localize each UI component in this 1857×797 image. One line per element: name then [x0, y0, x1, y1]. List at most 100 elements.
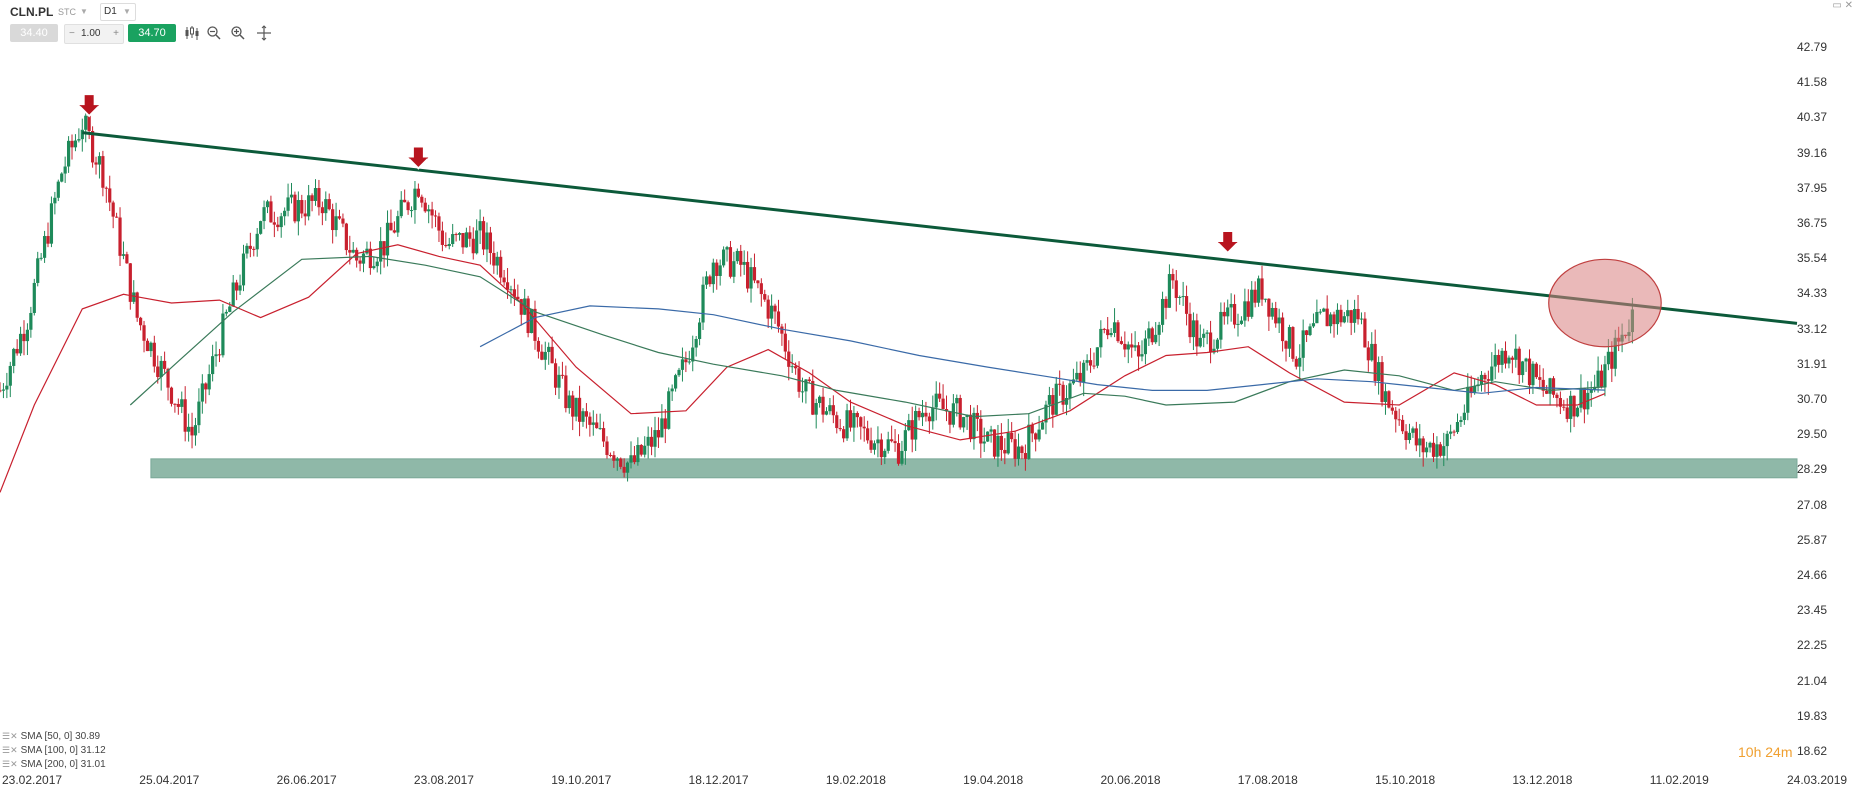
candle-body	[341, 218, 345, 224]
candle-body	[567, 395, 571, 409]
candle-body	[982, 441, 986, 444]
candle-body	[337, 216, 342, 219]
candle-body	[728, 247, 733, 277]
candle-body	[848, 410, 853, 428]
candle-body	[392, 230, 396, 233]
candle-body	[409, 210, 414, 212]
candle-body	[163, 360, 167, 369]
candle-body	[917, 410, 921, 418]
candle-body	[1562, 406, 1566, 408]
candle-body	[938, 393, 942, 399]
candle-body	[1342, 316, 1346, 323]
candle-body	[1500, 350, 1504, 365]
candle-body	[701, 284, 705, 323]
candle-body	[866, 428, 870, 441]
candle-body	[351, 249, 355, 253]
x-tick-label: 13.12.2018	[1512, 773, 1573, 787]
candle-body	[437, 216, 441, 231]
candle-body	[121, 254, 126, 256]
candle-body	[1280, 317, 1285, 342]
candle-body	[1349, 310, 1353, 323]
candle-body	[989, 429, 993, 432]
candle-body	[1, 389, 6, 391]
candle-body	[1298, 357, 1302, 367]
candle-body	[1267, 298, 1271, 317]
candle-body	[77, 139, 81, 141]
candle-body	[1503, 350, 1508, 364]
candle-body	[835, 415, 839, 429]
x-tick-label: 24.03.2019	[1787, 773, 1848, 787]
candle-body	[200, 383, 204, 402]
candle-body	[1380, 362, 1384, 402]
legend-settings-icon[interactable]: ☰✕	[2, 731, 18, 741]
candle-body	[540, 351, 544, 360]
candle-body	[1243, 301, 1247, 321]
candle-body	[1383, 391, 1388, 402]
candle-body	[235, 282, 239, 291]
candle-body	[1195, 320, 1199, 347]
legend-sma-50[interactable]: ☰✕ SMA [50, 0] 30.89	[2, 731, 100, 742]
candle-body	[80, 129, 84, 140]
candle-body	[1202, 333, 1206, 338]
y-tick-label: 27.08	[1797, 497, 1828, 512]
candle-body	[914, 410, 918, 440]
candle-body	[1016, 446, 1021, 459]
x-tick-label: 20.06.2018	[1100, 773, 1161, 787]
candle-body	[1418, 438, 1422, 446]
legend-settings-icon[interactable]: ☰✕	[2, 759, 18, 769]
candle-body	[862, 426, 866, 429]
price-chart[interactable]	[0, 0, 1857, 797]
candle-body	[396, 216, 400, 233]
down-arrow-icon	[406, 146, 431, 170]
candle-body	[1462, 412, 1466, 421]
candle-body	[423, 202, 427, 212]
candle-body	[63, 166, 67, 174]
candle-body	[324, 199, 328, 214]
candle-body	[272, 222, 276, 225]
candle-body	[15, 348, 19, 354]
y-tick-label: 21.04	[1797, 673, 1828, 688]
candle-body	[0, 390, 2, 392]
candle-body	[1198, 337, 1202, 347]
candle-body	[811, 381, 815, 415]
legend-sma-200[interactable]: ☰✕ SMA [200, 0] 31.01	[2, 759, 106, 770]
legend-sma-100[interactable]: ☰✕ SMA [100, 0] 31.12	[2, 745, 106, 756]
candle-body	[1452, 431, 1456, 433]
candle-body	[94, 162, 98, 165]
x-tick-label: 18.12.2017	[688, 773, 749, 787]
candle-body	[331, 209, 335, 231]
candle-body	[159, 360, 163, 378]
candle-body	[97, 156, 102, 165]
x-tick-label: 19.04.2018	[963, 773, 1024, 787]
candle-body	[1239, 320, 1244, 324]
candle-body	[307, 195, 311, 217]
candle-body	[231, 282, 235, 307]
candle-body	[838, 428, 842, 430]
candle-body	[461, 233, 465, 248]
candle-body	[632, 455, 637, 463]
candle-body	[715, 262, 719, 276]
candle-body	[1377, 362, 1381, 382]
candle-body	[550, 346, 554, 364]
legend-settings-icon[interactable]: ☰✕	[2, 745, 18, 755]
candle-body	[1006, 432, 1010, 454]
candle-body	[327, 199, 331, 210]
candle-body	[986, 431, 990, 442]
candle-body	[1575, 407, 1580, 417]
candle-body	[1490, 366, 1494, 381]
candle-body	[1078, 372, 1082, 383]
candle-body	[142, 325, 146, 341]
candle-body	[1394, 410, 1398, 420]
candle-body	[1037, 429, 1041, 440]
candle-body	[955, 397, 959, 404]
candle-body	[900, 450, 904, 464]
candle-body	[1346, 310, 1350, 317]
candle-body	[653, 430, 657, 447]
candle-body	[924, 412, 928, 417]
candle-body	[560, 374, 565, 376]
candle-body	[529, 308, 534, 334]
candle-body	[883, 450, 887, 458]
candle-body	[622, 466, 626, 473]
candle-body	[495, 256, 499, 266]
candle-body	[1421, 438, 1425, 453]
